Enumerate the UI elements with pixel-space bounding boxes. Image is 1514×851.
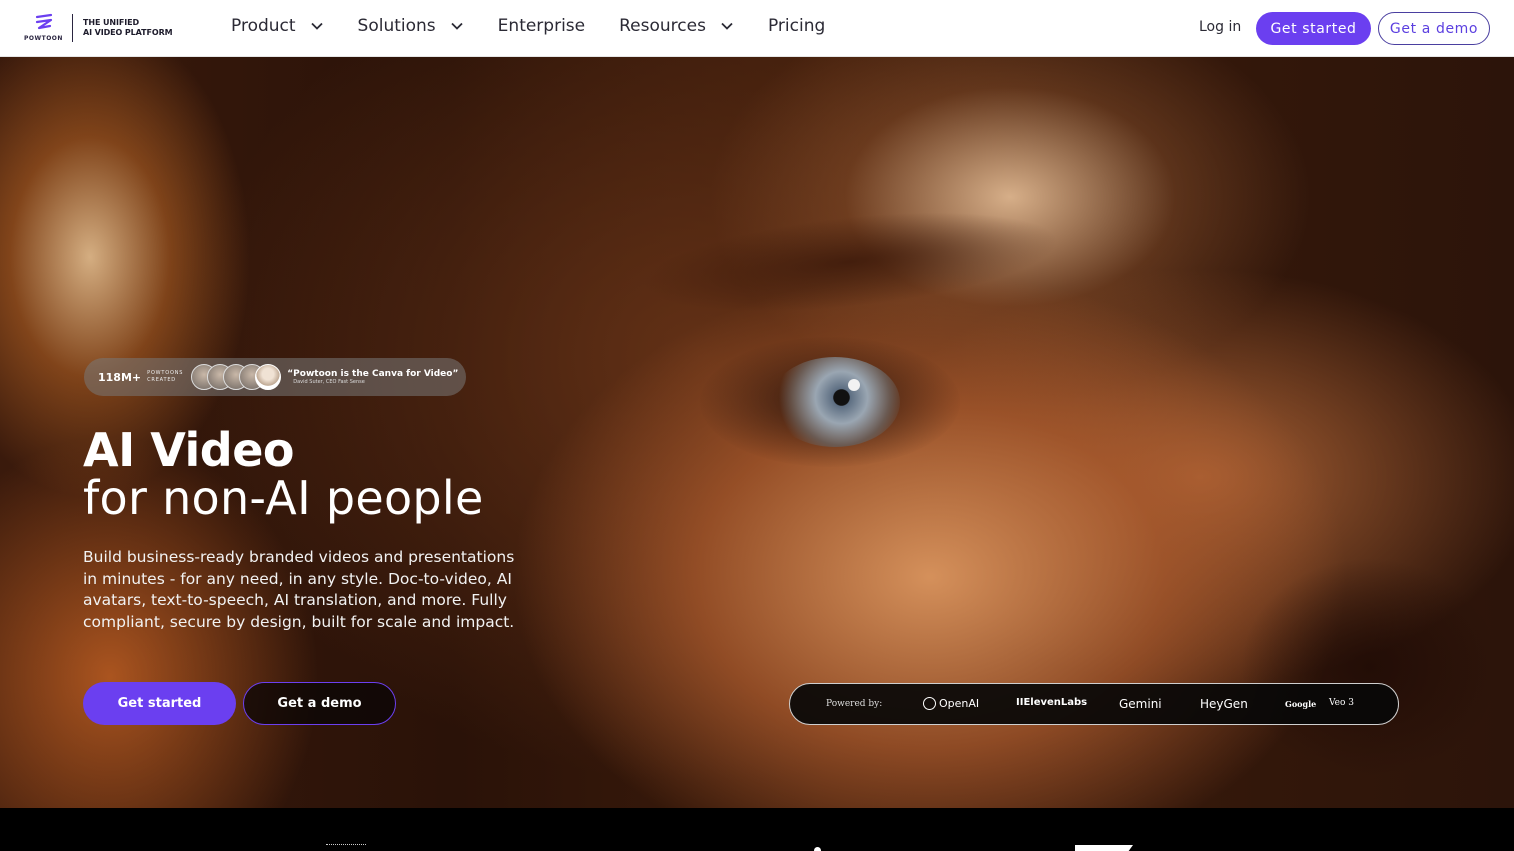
openai-logo-icon — [923, 697, 936, 710]
nav-item-label: Solutions — [357, 16, 436, 36]
nav-item-pricing[interactable]: Pricing — [768, 14, 825, 38]
logo-divider — [72, 14, 73, 42]
login-link[interactable]: Log in — [1199, 19, 1241, 35]
chevron-down-icon — [721, 22, 733, 30]
testimonial-quote: “Powtoon is the Canva for Video” David S… — [287, 369, 458, 385]
hero-image-shadow — [1240, 557, 1500, 777]
avatar — [255, 364, 282, 390]
nav-item-label: Resources — [619, 16, 706, 36]
nav-item-label: Product — [231, 16, 296, 36]
header-get-started-button[interactable]: Get started — [1256, 12, 1371, 45]
powered-by-bar: Powered by: OpenAI IIElevenLabs Gemini H… — [789, 683, 1399, 725]
hero-background-image — [636, 195, 1064, 329]
tagline-line-1: THE UNIFIED — [83, 18, 140, 27]
avatar-stack — [191, 364, 282, 390]
hero-section: 118M+ POWTOONS CREATED “Powtoon is the C… — [0, 57, 1514, 808]
powtoon-logo-icon: POWTOON — [24, 13, 64, 43]
powtoons-count: 118M+ — [98, 370, 142, 384]
hero-image-eye-glint — [848, 379, 860, 391]
customer-logo — [814, 847, 821, 851]
hero-get-started-button[interactable]: Get started — [83, 682, 236, 725]
powered-by-label: Powered by: — [826, 699, 883, 709]
partner-google: Google — [1285, 699, 1317, 709]
customer-logo — [326, 844, 366, 851]
logo-tagline: THE UNIFIED AI VIDEO PLATFORM — [83, 18, 173, 38]
hero-get-demo-button[interactable]: Get a demo — [243, 682, 396, 725]
hero-title-bold: AI Video — [83, 423, 295, 477]
partner-gemini: Gemini — [1119, 697, 1162, 711]
hero-image-eye — [770, 357, 900, 447]
partner-name: OpenAI — [939, 697, 980, 710]
main-nav: Product Solutions Enterprise Resources P… — [231, 14, 825, 38]
chevron-down-icon — [310, 22, 323, 30]
hero-description: Build business-ready branded videos and … — [83, 548, 515, 631]
nav-item-enterprise[interactable]: Enterprise — [498, 14, 585, 38]
partner-heygen: HeyGen — [1200, 697, 1248, 711]
social-proof-pill: 118M+ POWTOONS CREATED “Powtoon is the C… — [84, 358, 466, 396]
nav-item-label: Pricing — [767, 16, 826, 36]
powtoon-logo[interactable]: POWTOON THE UNIFIED AI VIDEO PLATFORM — [24, 13, 173, 43]
customer-logo-strip — [0, 808, 1514, 851]
powtoons-created-label: POWTOONS CREATED — [147, 370, 183, 384]
quote-author: David Suter, CEO Fast Sense — [293, 379, 365, 385]
chevron-down-icon — [451, 22, 463, 30]
nav-item-solutions[interactable]: Solutions — [358, 14, 464, 38]
logo-wordmark: POWTOON — [24, 35, 63, 42]
partner-elevenlabs: IIElevenLabs — [1016, 697, 1088, 708]
header-get-demo-button[interactable]: Get a demo — [1378, 12, 1490, 45]
tagline-line-2: AI VIDEO PLATFORM — [83, 28, 173, 37]
quote-text: “Powtoon is the Canva for Video” — [287, 369, 459, 379]
partner-veo: Veo 3 — [1329, 698, 1355, 708]
proof-label-line-1: POWTOONS — [147, 370, 184, 376]
nav-item-product[interactable]: Product — [231, 14, 324, 38]
hero-title-light: for non-AI people — [83, 471, 484, 525]
nav-item-resources[interactable]: Resources — [619, 14, 734, 38]
nav-item-label: Enterprise — [497, 16, 586, 36]
partner-openai: OpenAI — [923, 697, 979, 710]
site-header: POWTOON THE UNIFIED AI VIDEO PLATFORM Pr… — [0, 0, 1514, 57]
customer-logo — [1075, 845, 1133, 851]
proof-label-line-2: CREATED — [147, 377, 176, 383]
